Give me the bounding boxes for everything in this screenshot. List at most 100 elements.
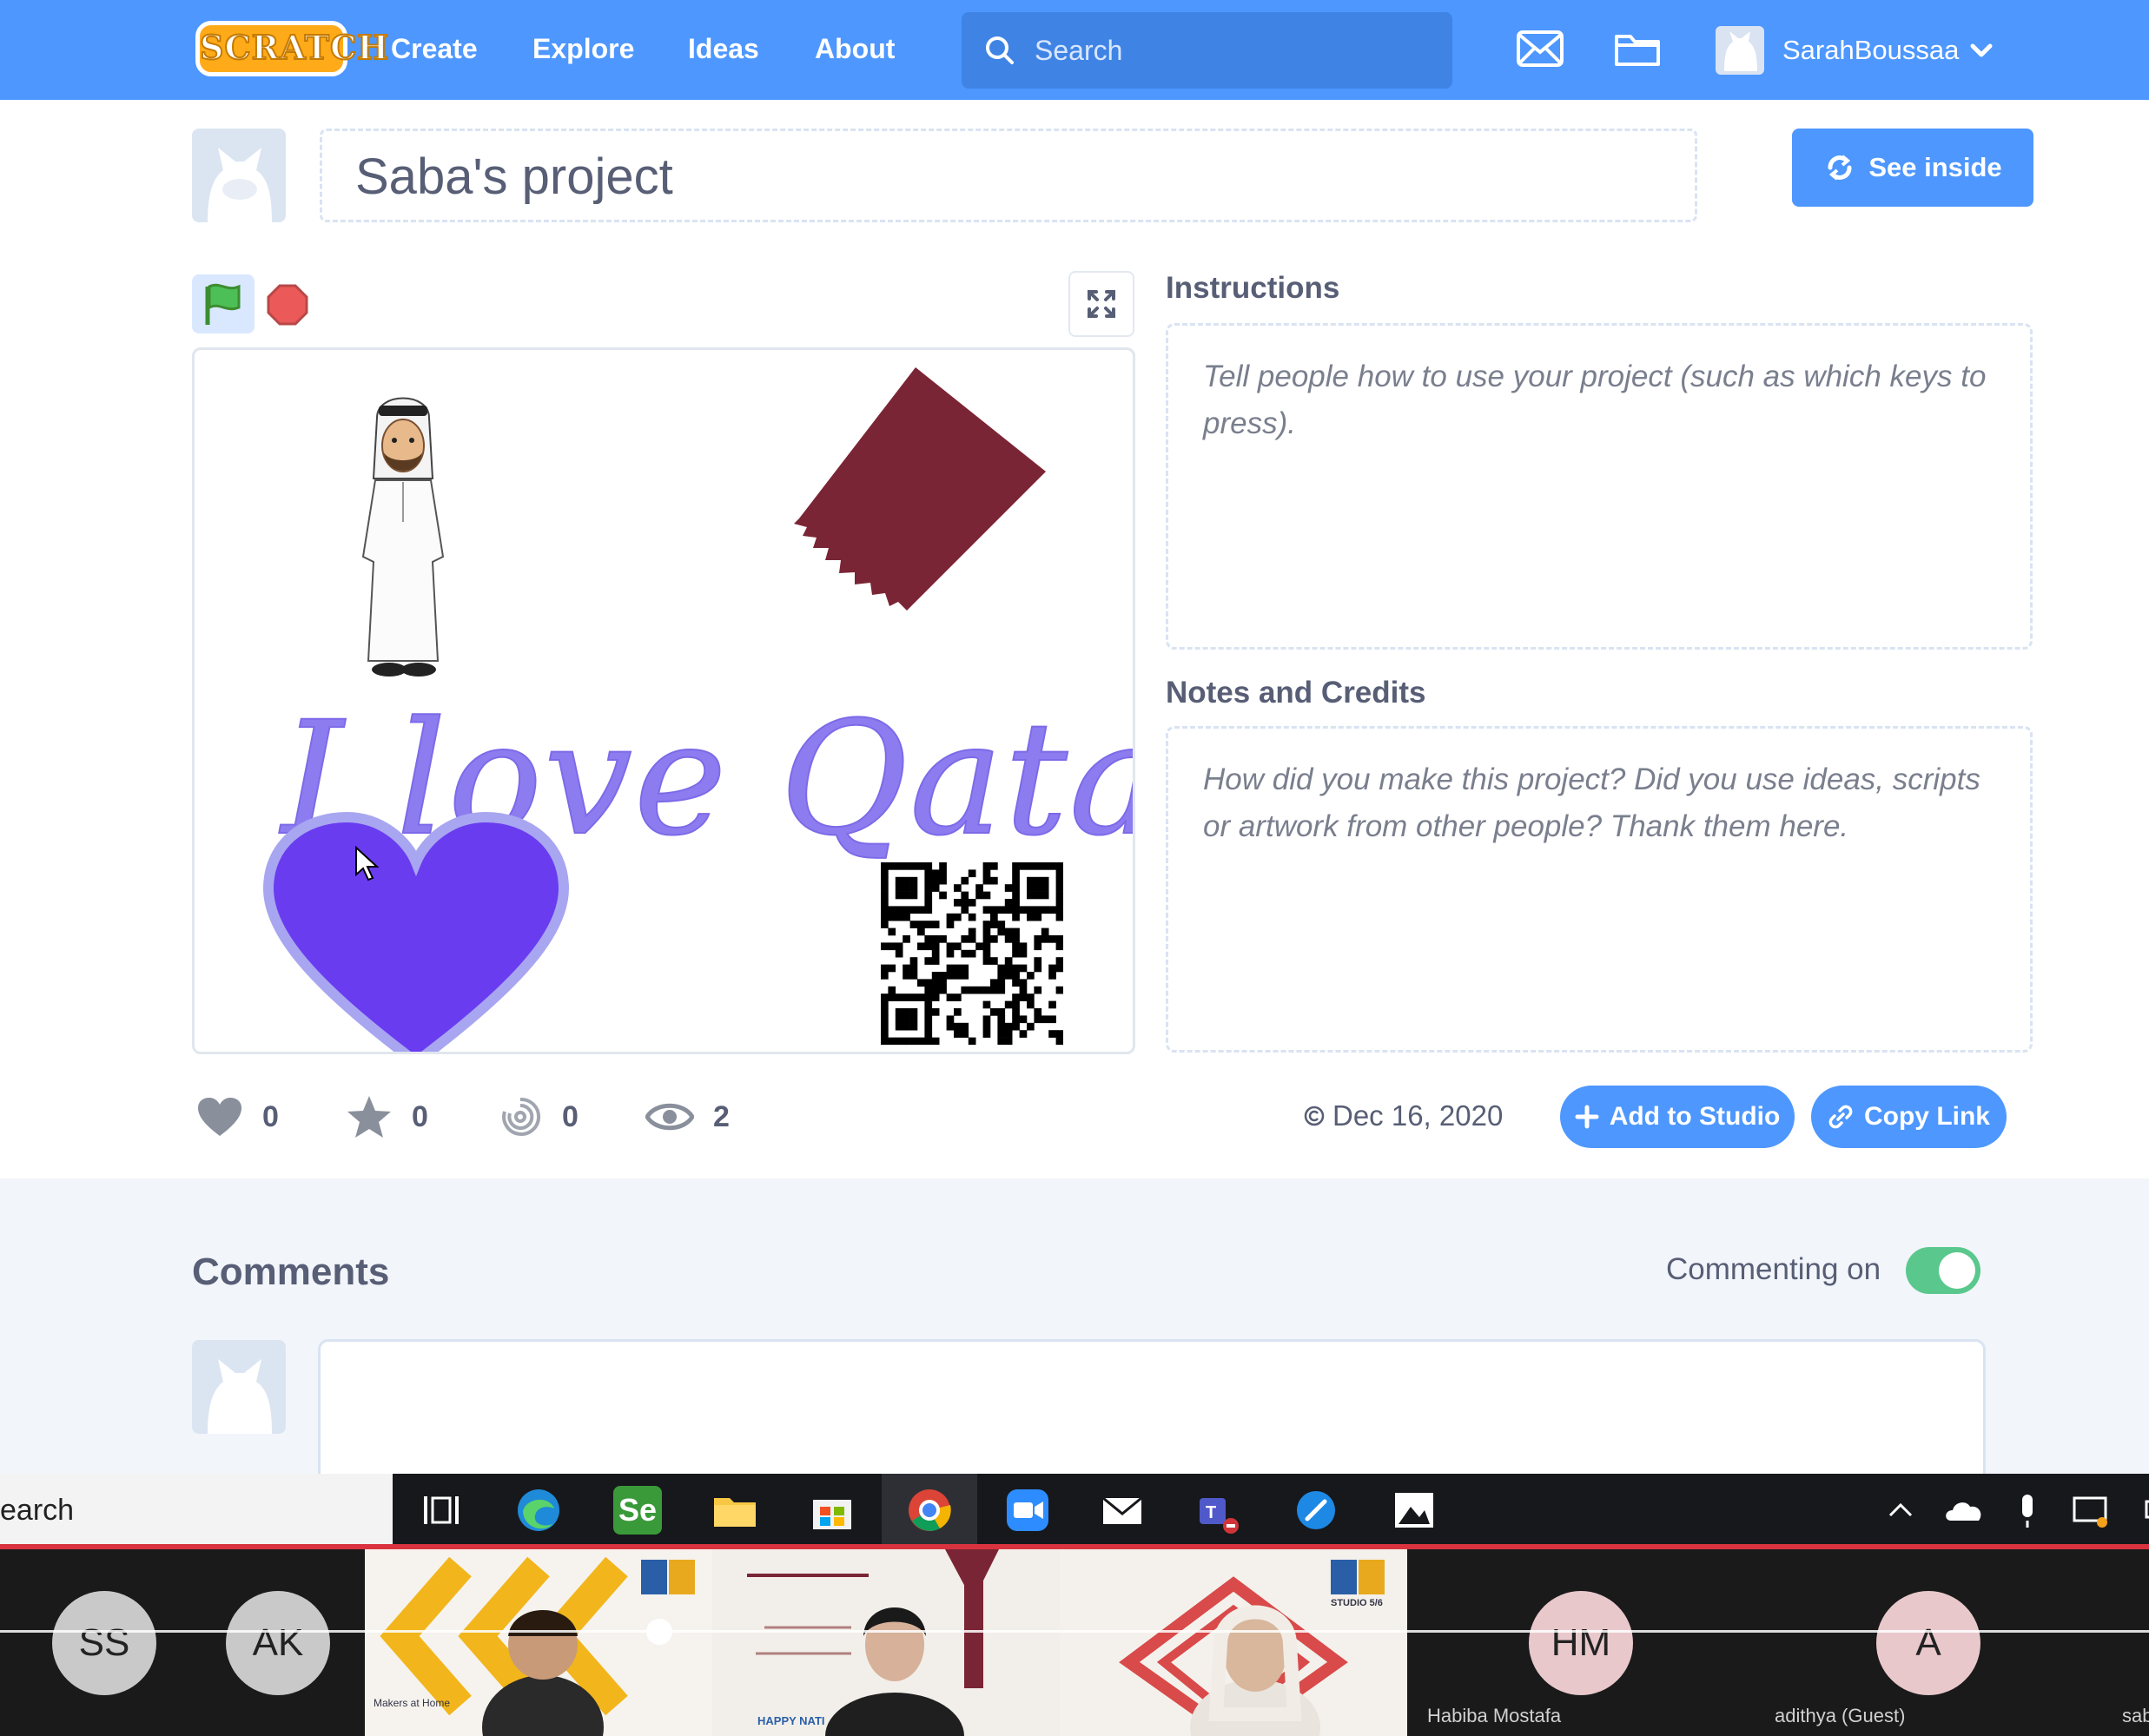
add-to-studio-button[interactable]: Add to Studio xyxy=(1560,1086,1795,1148)
se-app-icon[interactable]: Se xyxy=(613,1486,662,1535)
zoom-app-icon[interactable] xyxy=(1003,1486,1052,1535)
chevron-down-icon[interactable] xyxy=(1970,43,1993,59)
project-owner-avatar[interactable] xyxy=(192,129,286,222)
search-icon xyxy=(986,36,1014,64)
notes-field[interactable]: How did you make this project? Did you u… xyxy=(1166,726,2033,1053)
green-flag-icon xyxy=(205,283,241,325)
playback-progress-bar[interactable] xyxy=(0,1630,2149,1633)
green-flag-button[interactable] xyxy=(192,274,255,333)
chrome-browser-icon[interactable] xyxy=(905,1486,954,1535)
love-count[interactable]: 0 xyxy=(196,1091,279,1143)
star-icon xyxy=(347,1096,391,1138)
fullscreen-button[interactable] xyxy=(1068,271,1134,337)
mail-app-icon[interactable] xyxy=(1098,1486,1147,1535)
messages-icon[interactable] xyxy=(1516,30,1564,68)
nav-ideas[interactable]: Ideas xyxy=(688,26,759,71)
remix-count: 0 xyxy=(498,1091,579,1143)
plus-icon xyxy=(1575,1105,1599,1129)
love-count-value: 0 xyxy=(262,1099,279,1133)
stop-button[interactable] xyxy=(267,284,308,326)
eye-icon xyxy=(645,1103,694,1131)
video-tile-2[interactable]: HAPPY NATI xyxy=(712,1549,1060,1736)
microsoft-store-icon[interactable] xyxy=(808,1486,856,1535)
svg-text:T: T xyxy=(1206,1503,1216,1522)
copyright-icon xyxy=(1304,1106,1325,1126)
playback-scrubber-handle[interactable] xyxy=(646,1619,672,1645)
participant-hm[interactable]: HM xyxy=(1529,1591,1633,1695)
cat-avatar-icon xyxy=(208,1359,272,1434)
windows-taskbar: earch Se T xyxy=(0,1474,2149,1548)
see-inside-label: See inside xyxy=(1868,152,2002,182)
participant-name-partial: sab xyxy=(2122,1705,2149,1726)
qr-code-sprite xyxy=(881,862,1063,1045)
project-title[interactable]: Saba's project xyxy=(355,150,673,204)
taskbar-search-text: earch xyxy=(0,1494,75,1527)
microphone-icon[interactable] xyxy=(2003,1486,2052,1535)
my-stuff-folder-icon[interactable] xyxy=(1613,30,1662,68)
chevron-up-icon[interactable] xyxy=(1876,1486,1925,1535)
notes-heading: Notes and Credits xyxy=(1166,676,1426,710)
taskbar-search[interactable]: earch xyxy=(0,1474,393,1548)
participant-initials: SS xyxy=(78,1621,130,1664)
teams-app-icon[interactable]: T xyxy=(1194,1486,1243,1535)
link-icon xyxy=(1828,1105,1853,1129)
task-view-icon[interactable] xyxy=(417,1486,466,1535)
nav-about[interactable]: About xyxy=(815,26,895,71)
remix-count-value: 0 xyxy=(562,1099,579,1133)
participant-name-a: adithya (Guest) xyxy=(1775,1705,1906,1726)
copy-link-button[interactable]: Copy Link xyxy=(1811,1086,2007,1148)
scratch-logo[interactable]: SCRATCH xyxy=(195,21,389,76)
participant-ss[interactable]: SS xyxy=(52,1591,156,1695)
commenting-toggle-label: Commenting on xyxy=(1666,1252,1881,1286)
video-feed-2 xyxy=(747,1549,999,1736)
man-sprite xyxy=(361,397,445,677)
search-input[interactable] xyxy=(1035,28,1434,73)
commenting-toggle[interactable] xyxy=(1906,1247,1980,1294)
username[interactable]: SarahBoussaa xyxy=(1782,28,1959,73)
search-box[interactable] xyxy=(962,12,1452,89)
project-title-field[interactable]: Saba's project xyxy=(320,129,1697,222)
notes-placeholder: How did you make this project? Did you u… xyxy=(1203,762,1980,843)
favorite-count[interactable]: 0 xyxy=(346,1091,428,1143)
file-explorer-icon[interactable] xyxy=(711,1486,759,1535)
cat-avatar-icon xyxy=(1724,31,1757,71)
remix-arrows-icon xyxy=(1828,155,1852,181)
participant-initials: A xyxy=(1915,1621,1941,1664)
participant-initials: HM xyxy=(1551,1621,1611,1664)
see-inside-button[interactable]: See inside xyxy=(1792,129,2033,207)
user-avatar[interactable] xyxy=(1716,26,1764,75)
onedrive-cloud-icon[interactable] xyxy=(1941,1486,1989,1535)
participant-ak[interactable]: AK xyxy=(226,1591,330,1695)
remix-spiral-icon xyxy=(502,1097,541,1136)
qatar-flag-sprite xyxy=(794,367,1046,611)
heart-sprite xyxy=(262,811,570,1052)
copy-link-label: Copy Link xyxy=(1863,1102,1990,1131)
tray-edge-icon[interactable] xyxy=(2128,1486,2149,1535)
heart-icon xyxy=(198,1098,241,1136)
video-feed-3 xyxy=(1119,1560,1385,1736)
tools-app-icon[interactable] xyxy=(1292,1486,1340,1535)
comments-heading: Comments xyxy=(192,1251,390,1293)
video-tile-3[interactable]: STUDIO 5/6 xyxy=(1060,1549,1407,1736)
nav-explore[interactable]: Explore xyxy=(532,26,634,71)
cat-avatar-icon xyxy=(208,148,272,222)
project-stage[interactable]: I love Qatar xyxy=(192,347,1135,1054)
view-count: 2 xyxy=(645,1091,730,1143)
nav-create[interactable]: Create xyxy=(391,26,478,71)
favorite-count-value: 0 xyxy=(412,1099,428,1133)
happy-national-day-text: HAPPY NATI xyxy=(757,1714,825,1727)
view-count-value: 2 xyxy=(713,1099,730,1133)
add-to-studio-label: Add to Studio xyxy=(1609,1102,1781,1131)
screen-share-icon[interactable] xyxy=(2066,1486,2114,1535)
studio-logo-text: STUDIO 5/6 xyxy=(1331,1598,1383,1608)
participant-initials: AK xyxy=(252,1621,304,1664)
top-nav: SCRATCH Create Explore Ideas About Searc… xyxy=(0,0,2149,100)
mouse-cursor-icon xyxy=(355,845,380,881)
participant-a[interactable]: A xyxy=(1876,1591,1980,1695)
instructions-placeholder: Tell people how to use your project (suc… xyxy=(1203,360,1987,440)
photos-app-icon[interactable] xyxy=(1390,1486,1438,1535)
makers-at-home-logo: Makers at Home xyxy=(374,1697,451,1709)
edge-browser-icon[interactable] xyxy=(514,1486,563,1535)
instructions-field[interactable]: Tell people how to use your project (suc… xyxy=(1166,323,2033,650)
comment-input[interactable] xyxy=(318,1339,1986,1495)
